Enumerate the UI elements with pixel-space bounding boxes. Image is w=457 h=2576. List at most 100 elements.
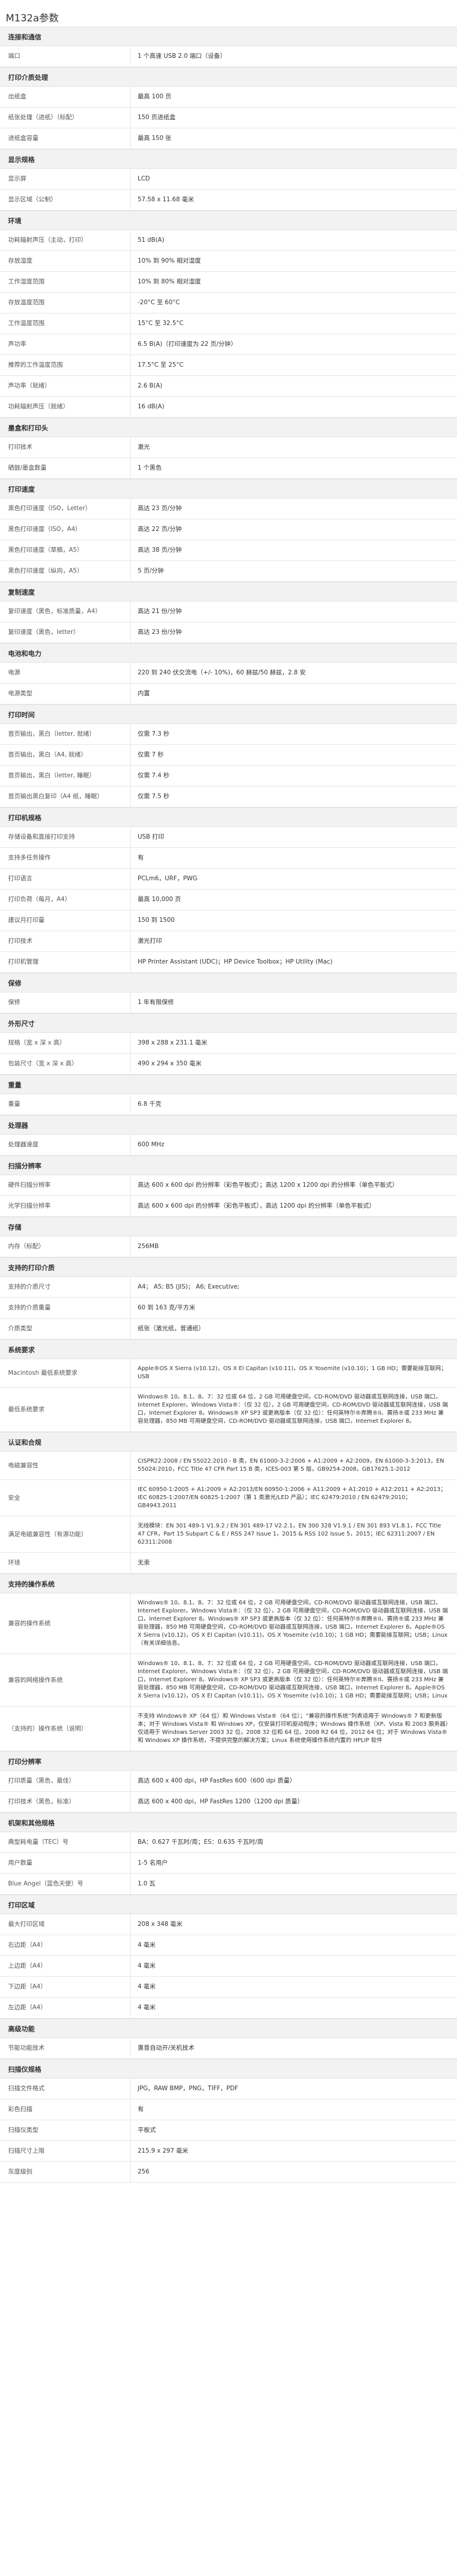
- section-title: 打印区域: [0, 1895, 457, 1914]
- spec-value: 无汞: [138, 1559, 150, 1566]
- spec-value: 1 个高速 USB 2.0 端口（设备）: [138, 53, 226, 60]
- spec-value: 17.5°C 至 25°C: [138, 361, 184, 368]
- spec-row: 工作温度范围 15°C 至 32.5°C: [0, 313, 457, 334]
- spec-value: 最高 100 页: [138, 93, 172, 100]
- spec-label: 安全: [0, 1480, 131, 1516]
- spec-label: 复印速度（黑色，标准质量，A4）: [0, 601, 131, 622]
- spec-section: 扫描分辨率 硬件扫描分辨率 高达 600 x 600 dpi 的分辨率（彩色平板式）…: [0, 1156, 457, 1217]
- spec-label: 支持的介质尺寸: [0, 1277, 131, 1297]
- section-title: 打印时间: [0, 704, 457, 724]
- spec-label: 最大打印区域: [0, 1914, 131, 1935]
- spec-row: 首页输出，黑白（A4, 就绪） 仅需 7 秒: [0, 745, 457, 766]
- spec-label: 重量: [0, 1094, 131, 1114]
- section-title: 高级功能: [0, 2018, 457, 2038]
- spec-label: 灰度级别: [0, 2162, 131, 2182]
- spec-label: 硬件扫描分辨率: [0, 1175, 131, 1195]
- spec-value: 最高 10,000 页: [138, 896, 181, 903]
- spec-label: 彩色扫描: [0, 2099, 131, 2120]
- page-title: M132a参数: [6, 13, 59, 24]
- spec-value: 4 毫米: [138, 2004, 156, 2011]
- spec-value: 内置: [138, 690, 150, 697]
- spec-label: 复印速度（黑色，letter）: [0, 622, 131, 643]
- spec-value: USB 打印: [138, 833, 164, 840]
- spec-value: Windows® 10、8.1、8、7：32 位或 64 位，2 GB 可用硬盘…: [138, 1394, 448, 1424]
- spec-row: Blue Angel（蓝色天使）号 1.0 瓦: [0, 1874, 457, 1895]
- section-title: 电池和电力: [0, 643, 457, 663]
- spec-label: 黑色打印速度（草稿，A5）: [0, 540, 131, 560]
- spec-value: 1 个黑色: [138, 464, 162, 471]
- spec-value: 60 到 163 克/平方米: [138, 1304, 196, 1311]
- spec-row: 光学扫描分辨率 高达 600 x 600 dpi 的分辨率（彩色平板式），高达 1…: [0, 1196, 457, 1217]
- spec-value: PCLm6，URF，PWG: [138, 875, 198, 882]
- spec-value: 10% 到 80% 相对湿度: [138, 278, 201, 285]
- spec-value: 256MB: [138, 1243, 159, 1250]
- spec-label: Macintosh 最低系统要求: [0, 1359, 131, 1387]
- spec-row: 黑色打印速度（草稿，A5） 高达 38 页/分钟: [0, 540, 457, 561]
- spec-row: Macintosh 最低系统要求 Apple®OS X Sierra (v10.1…: [0, 1359, 457, 1387]
- spec-label: 扫描文件格式: [0, 2079, 131, 2099]
- spec-section: 机架和其他规格 典型耗电量（TEC）号 BA：0.627 千瓦时/周；ES：0.63…: [0, 1813, 457, 1895]
- spec-label: 黑色打印速度（纵向，A5）: [0, 561, 131, 581]
- spec-value: BA：0.627 千瓦时/周；ES：0.635 千瓦时/周: [138, 1839, 264, 1846]
- spec-row: 电源 220 到 240 伏交流电（+/- 10%)，60 赫兹/50 赫兹，2.…: [0, 663, 457, 684]
- spec-row: 硒鼓/墨盒数量 1 个黑色: [0, 458, 457, 479]
- spec-row: 扫描文件格式 JPG，RAW BMP，PNG，TIFF，PDF: [0, 2079, 457, 2099]
- spec-section: 重量 重量 6.8 千克: [0, 1075, 457, 1115]
- spec-value: 10% 到 90% 相对湿度: [138, 257, 201, 264]
- spec-value: 600 MHz: [138, 1141, 164, 1148]
- spec-row: （支持的）操作系统（说明） 不支持 Windows® XP（64 位）和 Wind…: [0, 1707, 457, 1751]
- spec-row: 扫描尺寸上限 215.9 x 297 毫米: [0, 2141, 457, 2162]
- spec-row: 声功率 6.5 B(A)（打印速度为 22 页/分钟）: [0, 334, 457, 355]
- section-title: 外形尺寸: [0, 1013, 457, 1033]
- spec-section: 打印速度 黑色打印速度（ISO，Letter） 高达 23 页/分钟 黑色打印速度（I…: [0, 479, 457, 582]
- spec-label: 黑色打印速度（ISO，A4）: [0, 519, 131, 540]
- spec-section: 环境 功耗辐射声压（主动，打印） 51 dB(A) 存放湿度 10% 到 90% 相对湿…: [0, 211, 457, 418]
- spec-value: 高达 600 x 600 dpi 的分辨率（彩色平板式），高达 1200 dpi…: [138, 1202, 375, 1209]
- section-title: 扫描分辨率: [0, 1156, 457, 1175]
- spec-section: 扫描仪规格 扫描文件格式 JPG，RAW BMP，PNG，TIFF，PDF 彩色扫描有…: [0, 2059, 457, 2183]
- spec-section: 打印时间 首页输出，黑白（letter, 就绪） 仅需 7.3 秒首页输出，黑白（A…: [0, 704, 457, 807]
- spec-label: 声功率（就绪）: [0, 376, 131, 396]
- spec-label: 打印语言: [0, 869, 131, 889]
- spec-label: （支持的）操作系统（说明）: [0, 1707, 131, 1751]
- spec-section: 电池和电力 电源 220 到 240 伏交流电（+/- 10%)，60 赫兹/50 …: [0, 643, 457, 704]
- spec-value: 最高 150 张: [138, 135, 172, 142]
- spec-label: 存放湿度: [0, 251, 131, 271]
- spec-row: 电磁兼容性 CISPR22:2008 / EN 55022:2010 - B 类，…: [0, 1452, 457, 1480]
- spec-section: 复制速度 复印速度（黑色，标准质量，A4） 高达 21 份/分钟 复印速度（黑色，le…: [0, 582, 457, 643]
- spec-row: 打印语言 PCLm6，URF，PWG: [0, 869, 457, 890]
- spec-label: 支持的介质重量: [0, 1298, 131, 1318]
- spec-label: 首页输出，黑白（A4, 就绪）: [0, 745, 131, 765]
- spec-label: 工作湿度范围: [0, 272, 131, 292]
- spec-value: 15°C 至 32.5°C: [138, 320, 184, 327]
- spec-row: 环境 无汞: [0, 1553, 457, 1574]
- spec-row: 声功率（就绪） 2.6 B(A): [0, 376, 457, 397]
- spec-label: 建议月打印量: [0, 910, 131, 931]
- spec-label: 规格（宽 x 深 x 高）: [0, 1033, 131, 1053]
- spec-row: 打印技术（黑色，标准） 高达 600 x 400 dpi，HP FastRes 1…: [0, 1792, 457, 1813]
- spec-value: 不支持 Windows® XP（64 位）和 Windows Vista®（64…: [138, 1713, 448, 1744]
- spec-row: 推荐的工作温度范围 17.5°C 至 25°C: [0, 355, 457, 376]
- spec-value: 高达 23 页/分钟: [138, 505, 182, 512]
- spec-label: 端口: [0, 46, 131, 67]
- section-title: 支持的操作系统: [0, 1574, 457, 1593]
- spec-section: 打印区域 最大打印区域 208 x 348 毫米 右边距（A4） 4 毫米 上边距（A4）…: [0, 1895, 457, 2018]
- spec-row: 打印机管理 HP Printer Assistant (UDC)；HP Devic…: [0, 952, 457, 973]
- spec-row: 端口 1 个高速 USB 2.0 端口（设备）: [0, 46, 457, 67]
- spec-value: 220 到 240 伏交流电（+/- 10%)，60 赫兹/50 赫兹，2.8 …: [138, 669, 306, 676]
- spec-value: 6.8 千克: [138, 1101, 162, 1108]
- spec-label: 包装尺寸（宽 x 深 x 高）: [0, 1054, 131, 1074]
- spec-row: 满足电磁兼容性（有源功能） 无线模块：EN 301 489-1 V1.9.2 / …: [0, 1516, 457, 1553]
- spec-row: 重量 6.8 千克: [0, 1094, 457, 1115]
- spec-label: Blue Angel（蓝色天使）号: [0, 1874, 131, 1894]
- spec-label: 工作温度范围: [0, 313, 131, 334]
- spec-value: A4； A5; B5 (JIS)； A6; Executive;: [138, 1283, 239, 1290]
- spec-label: 推荐的工作温度范围: [0, 355, 131, 375]
- spec-row: 右边距（A4） 4 毫米: [0, 1935, 457, 1956]
- spec-row: 灰度级别 256: [0, 2162, 457, 2183]
- spec-label: 打印技术: [0, 437, 131, 457]
- spec-row: 复印速度（黑色，标准质量，A4） 高达 21 份/分钟: [0, 601, 457, 622]
- spec-value: 6.5 B(A)（打印速度为 22 页/分钟）: [138, 341, 237, 348]
- spec-row: 显示屏 LCD: [0, 169, 457, 190]
- spec-section: 认证和合规 电磁兼容性 CISPR22:2008 / EN 55022:2010 -…: [0, 1432, 457, 1574]
